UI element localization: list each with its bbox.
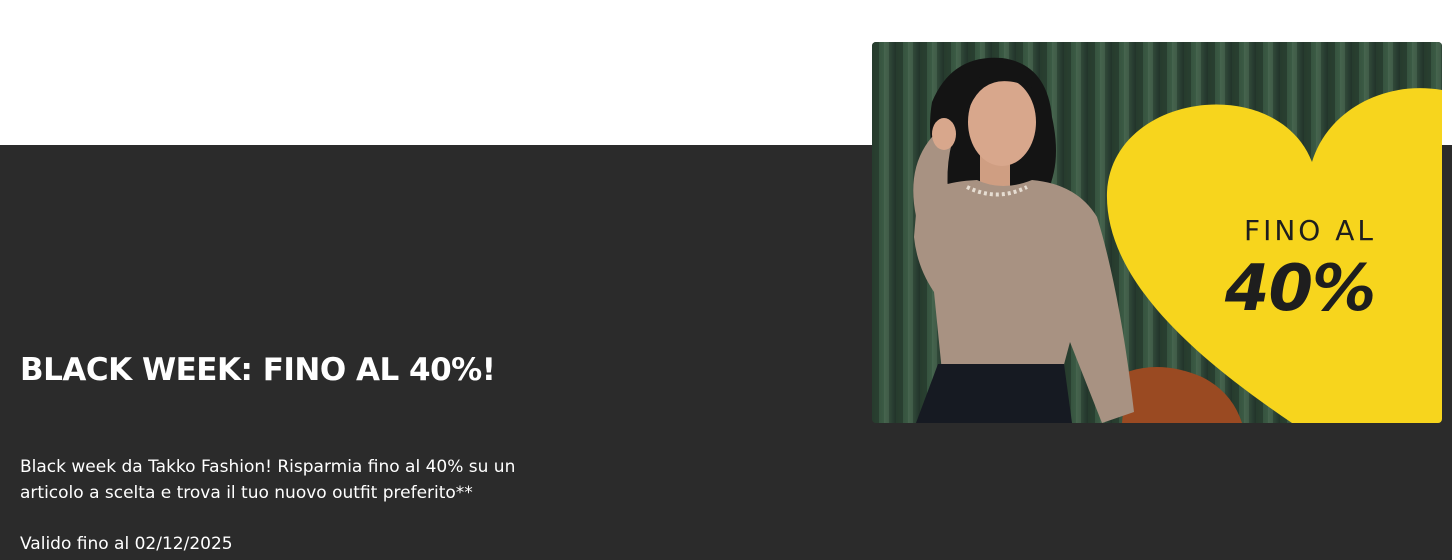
promo-description: Black week da Takko Fashion! Risparmia f… (20, 457, 516, 503)
promo-headline: BLACK WEEK: FINO AL 40%! (20, 352, 496, 388)
badge-text-fino-al: FINO AL (1244, 214, 1376, 247)
promo-image[interactable]: FINO AL 40% (872, 42, 1442, 423)
badge-text-percent: 40% (1224, 252, 1375, 326)
promo-illustration: FINO AL 40% (872, 42, 1442, 423)
promo-validity: Valido fino al 02/12/2025 (20, 534, 233, 554)
